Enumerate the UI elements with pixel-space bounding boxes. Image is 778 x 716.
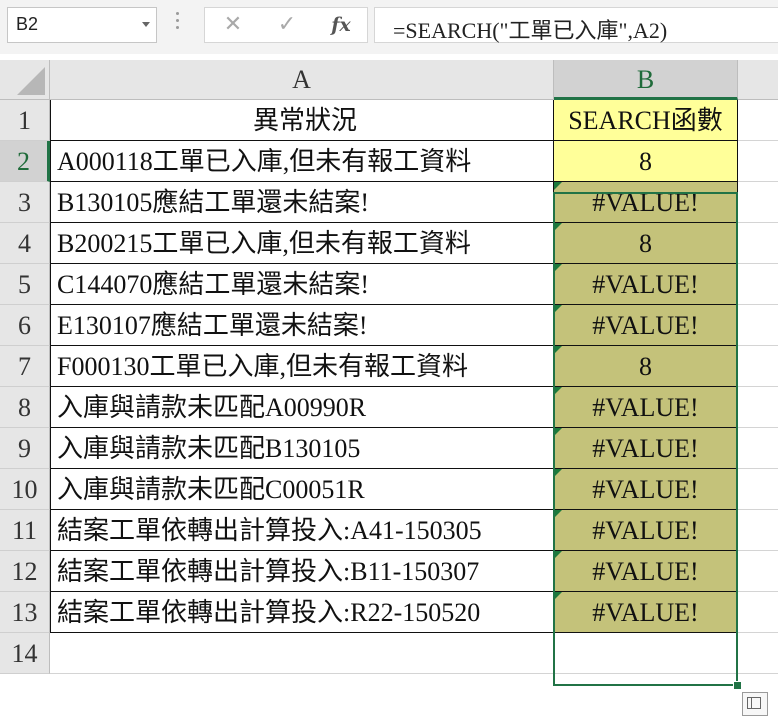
cell-c[interactable] bbox=[738, 428, 778, 469]
cell-a[interactable]: F000130工單已入庫,但未有報工資料 bbox=[50, 346, 554, 387]
cell-c[interactable] bbox=[738, 100, 778, 141]
error-indicator-icon[interactable] bbox=[554, 510, 562, 518]
fill-handle[interactable] bbox=[733, 681, 742, 690]
chevron-down-icon[interactable] bbox=[142, 22, 150, 27]
row-header[interactable]: 8 bbox=[0, 387, 50, 428]
formula-buttons: ✕ ✓ fx bbox=[204, 7, 368, 43]
cell-c[interactable] bbox=[738, 305, 778, 346]
formula-text: =SEARCH("工單已入庫",A2) bbox=[393, 18, 668, 43]
cell-a[interactable]: 入庫與請款未匹配B130105 bbox=[50, 428, 554, 469]
cell-b[interactable]: #VALUE! bbox=[554, 469, 738, 510]
cell-b[interactable]: #VALUE! bbox=[554, 510, 738, 551]
row-header[interactable]: 11 bbox=[0, 510, 50, 551]
insert-function-icon[interactable]: fx bbox=[321, 8, 361, 42]
cell-a[interactable]: 結案工單依轉出計算投入:A41-150305 bbox=[50, 510, 554, 551]
error-indicator-icon[interactable] bbox=[554, 428, 562, 436]
cell-b[interactable]: #VALUE! bbox=[554, 428, 738, 469]
row-header[interactable]: 13 bbox=[0, 592, 50, 633]
error-indicator-icon[interactable] bbox=[554, 305, 562, 313]
cell-a[interactable]: 結案工單依轉出計算投入:R22-150520 bbox=[50, 592, 554, 633]
cell-a[interactable]: B130105應結工單還未結案! bbox=[50, 182, 554, 223]
cell-c[interactable] bbox=[738, 223, 778, 264]
error-indicator-icon[interactable] bbox=[554, 264, 562, 272]
cell-b[interactable]: 8 bbox=[554, 223, 738, 264]
quick-analysis-icon bbox=[747, 697, 761, 709]
cell-b[interactable]: #VALUE! bbox=[554, 592, 738, 633]
cell-a[interactable]: B200215工單已入庫,但未有報工資料 bbox=[50, 223, 554, 264]
cell-b[interactable]: #VALUE! bbox=[554, 305, 738, 346]
cancel-icon[interactable]: ✕ bbox=[213, 8, 253, 42]
column-header-a[interactable]: A bbox=[50, 60, 554, 100]
error-indicator-icon[interactable] bbox=[554, 346, 562, 354]
cell-c[interactable] bbox=[738, 633, 778, 674]
cell-b[interactable]: 8 bbox=[554, 346, 738, 387]
select-all-button[interactable] bbox=[0, 60, 50, 100]
cell-a[interactable]: 入庫與請款未匹配A00990R bbox=[50, 387, 554, 428]
cell-a[interactable]: E130107應結工單還未結案! bbox=[50, 305, 554, 346]
row-header[interactable]: 1 bbox=[0, 100, 50, 141]
more-options-icon[interactable] bbox=[176, 12, 180, 32]
cell-c[interactable] bbox=[738, 346, 778, 387]
row-header[interactable]: 10 bbox=[0, 469, 50, 510]
error-indicator-icon[interactable] bbox=[554, 551, 562, 559]
cell-a[interactable]: 入庫與請款未匹配C00051R bbox=[50, 469, 554, 510]
worksheet-grid: A B 1 異常狀況 SEARCH函數 2 A000118工單已入庫,但未有報工資料 8 3… bbox=[0, 54, 778, 716]
cell-a[interactable]: 異常狀況 bbox=[50, 100, 554, 141]
row-header[interactable]: 2 bbox=[0, 141, 50, 182]
enter-icon[interactable]: ✓ bbox=[267, 8, 307, 42]
row-header[interactable]: 5 bbox=[0, 264, 50, 305]
row-header[interactable]: 4 bbox=[0, 223, 50, 264]
cell-c[interactable] bbox=[738, 182, 778, 223]
cell-b[interactable]: #VALUE! bbox=[554, 387, 738, 428]
cell-b[interactable] bbox=[554, 633, 738, 674]
formula-input[interactable]: =SEARCH("工單已入庫",A2) bbox=[374, 7, 778, 43]
error-indicator-icon[interactable] bbox=[554, 592, 562, 600]
row-header[interactable]: 6 bbox=[0, 305, 50, 346]
row-header[interactable]: 12 bbox=[0, 551, 50, 592]
cell-a[interactable]: A000118工單已入庫,但未有報工資料 bbox=[50, 141, 554, 182]
cell-b[interactable]: 8 bbox=[554, 141, 738, 182]
name-box-value: B2 bbox=[16, 14, 39, 34]
cell-a[interactable] bbox=[50, 633, 554, 674]
error-indicator-icon[interactable] bbox=[554, 182, 562, 190]
error-indicator-icon[interactable] bbox=[554, 223, 562, 231]
cell-c[interactable] bbox=[738, 510, 778, 551]
cell-c[interactable] bbox=[738, 387, 778, 428]
quick-analysis-button[interactable] bbox=[742, 692, 768, 716]
cell-c[interactable] bbox=[738, 141, 778, 182]
cell-b[interactable]: #VALUE! bbox=[554, 551, 738, 592]
error-indicator-icon[interactable] bbox=[554, 387, 562, 395]
row-header[interactable]: 14 bbox=[0, 633, 50, 674]
cell-a[interactable]: 結案工單依轉出計算投入:B11-150307 bbox=[50, 551, 554, 592]
error-indicator-icon[interactable] bbox=[554, 469, 562, 477]
cell-b[interactable]: #VALUE! bbox=[554, 182, 738, 223]
cell-b[interactable]: #VALUE! bbox=[554, 264, 738, 305]
cell-c[interactable] bbox=[738, 592, 778, 633]
row-header[interactable]: 9 bbox=[0, 428, 50, 469]
cell-c[interactable] bbox=[738, 469, 778, 510]
name-box[interactable]: B2 bbox=[7, 7, 157, 43]
column-header-c[interactable] bbox=[738, 60, 778, 100]
column-header-b[interactable]: B bbox=[554, 60, 738, 100]
cell-c[interactable] bbox=[738, 264, 778, 305]
formula-bar: B2 ✕ ✓ fx =SEARCH("工單已入庫",A2) bbox=[0, 0, 778, 54]
row-header[interactable]: 3 bbox=[0, 182, 50, 223]
cell-c[interactable] bbox=[738, 551, 778, 592]
row-header[interactable]: 7 bbox=[0, 346, 50, 387]
cell-a[interactable]: C144070應結工單還未結案! bbox=[50, 264, 554, 305]
cell-b[interactable]: SEARCH函數 bbox=[554, 100, 738, 141]
